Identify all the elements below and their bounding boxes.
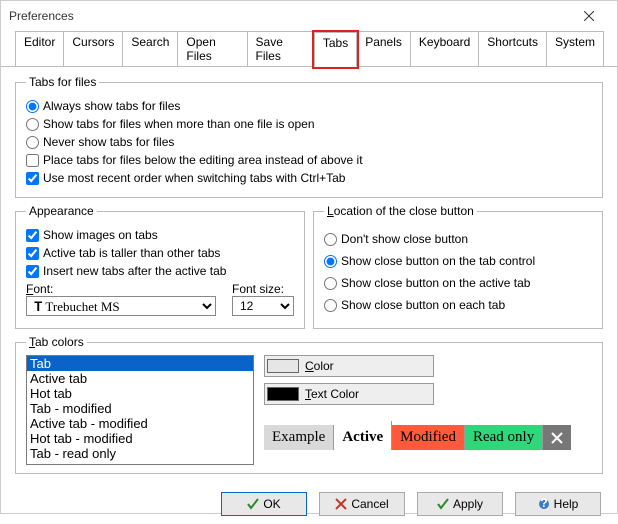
color-button-label: Color bbox=[305, 359, 334, 373]
radio-no-close[interactable]: Don't show close button bbox=[324, 232, 592, 246]
tab-colors-listbox[interactable]: TabActive tabHot tabTab - modifiedActive… bbox=[26, 355, 254, 465]
close-button-legend: Location of the close button bbox=[324, 204, 477, 218]
tab-colors-legend: Tab colors bbox=[26, 335, 87, 349]
font-size-label: Font size: bbox=[232, 282, 294, 296]
list-item[interactable]: Hot tab bbox=[27, 386, 253, 401]
color-button[interactable]: Color bbox=[264, 355, 434, 377]
radio-close-on-each[interactable]: Show close button on each tab bbox=[324, 298, 592, 312]
tab-open-files[interactable]: Open Files bbox=[177, 31, 247, 66]
tab-editor[interactable]: Editor bbox=[15, 31, 64, 66]
radio-show-when-multiple[interactable]: Show tabs for files when more than one f… bbox=[26, 117, 592, 131]
example-tab: Example bbox=[264, 425, 334, 450]
list-item[interactable]: Active tab - modified bbox=[27, 416, 253, 431]
radio-always-show-input[interactable] bbox=[26, 100, 39, 113]
window-title: Preferences bbox=[9, 9, 569, 23]
list-item[interactable]: Tab bbox=[27, 356, 253, 371]
font-size-select[interactable]: 12 bbox=[232, 296, 294, 316]
tab-search[interactable]: Search bbox=[122, 31, 178, 66]
check-mru-order-input[interactable] bbox=[26, 172, 39, 185]
help-icon: ? bbox=[538, 498, 550, 510]
tab-system[interactable]: System bbox=[546, 31, 604, 66]
svg-text:?: ? bbox=[540, 498, 547, 510]
font-label: Font: bbox=[26, 282, 216, 296]
check-insert-after-active[interactable]: Insert new tabs after the active tab bbox=[26, 264, 294, 278]
example-active: Active bbox=[334, 421, 392, 450]
tab-cursors[interactable]: Cursors bbox=[63, 31, 123, 66]
titlebar: Preferences bbox=[1, 1, 617, 31]
list-item[interactable]: Active tab bbox=[27, 371, 253, 386]
ok-button[interactable]: OK bbox=[221, 492, 307, 516]
cancel-button[interactable]: Cancel bbox=[319, 492, 405, 516]
tabs-for-files-group: Tabs for files Always show tabs for file… bbox=[15, 75, 603, 198]
window-close-button[interactable] bbox=[569, 1, 609, 31]
help-button[interactable]: ? Help bbox=[515, 492, 601, 516]
radio-no-close-input[interactable] bbox=[324, 233, 337, 246]
example-close-icon bbox=[543, 425, 571, 450]
radio-close-on-active-input[interactable] bbox=[324, 277, 337, 290]
checkmark-icon bbox=[437, 498, 449, 510]
close-button-group: Location of the close button Don't show … bbox=[313, 204, 603, 329]
tab-keyboard[interactable]: Keyboard bbox=[410, 31, 479, 66]
preferences-window: Preferences EditorCursorsSearchOpen File… bbox=[0, 0, 618, 514]
appearance-legend: Appearance bbox=[26, 204, 97, 218]
radio-always-show[interactable]: Always show tabs for files bbox=[26, 99, 592, 113]
tab-examples: Example Active Modified Read only bbox=[264, 425, 592, 450]
list-item[interactable]: Tab - modified bbox=[27, 401, 253, 416]
close-icon bbox=[584, 11, 594, 21]
appearance-group: Appearance Show images on tabs Active ta… bbox=[15, 204, 305, 329]
cancel-icon bbox=[335, 498, 347, 510]
check-tabs-below-input[interactable] bbox=[26, 154, 39, 167]
tab-tabs[interactable]: Tabs bbox=[314, 32, 357, 67]
tab-save-files[interactable]: Save Files bbox=[247, 31, 315, 66]
apply-button[interactable]: Apply bbox=[417, 492, 503, 516]
radio-close-on-control[interactable]: Show close button on the tab control bbox=[324, 254, 592, 268]
radio-close-on-control-input[interactable] bbox=[324, 255, 337, 268]
text-color-button-label: Text Color bbox=[305, 387, 359, 401]
radio-close-on-active[interactable]: Show close button on the active tab bbox=[324, 276, 592, 290]
list-item[interactable]: Tab - read only bbox=[27, 446, 253, 461]
tabstrip: EditorCursorsSearchOpen FilesSave FilesT… bbox=[1, 31, 617, 67]
check-mru-order[interactable]: Use most recent order when switching tab… bbox=[26, 171, 592, 185]
check-tabs-below[interactable]: Place tabs for files below the editing a… bbox=[26, 153, 592, 167]
tab-panels[interactable]: Panels bbox=[356, 31, 411, 66]
text-color-button[interactable]: Text Color bbox=[264, 383, 434, 405]
font-select[interactable]: 𝐓 Trebuchet MS bbox=[26, 296, 216, 316]
radio-never-show-input[interactable] bbox=[26, 136, 39, 149]
radio-show-when-multiple-input[interactable] bbox=[26, 118, 39, 131]
check-insert-after-active-input[interactable] bbox=[26, 265, 39, 278]
tabs-for-files-legend: Tabs for files bbox=[26, 75, 99, 89]
check-active-taller[interactable]: Active tab is taller than other tabs bbox=[26, 246, 294, 260]
check-show-images-input[interactable] bbox=[26, 229, 39, 242]
text-color-swatch bbox=[267, 387, 299, 401]
tab-colors-group: Tab colors TabActive tabHot tabTab - mod… bbox=[15, 335, 603, 474]
radio-close-on-each-input[interactable] bbox=[324, 299, 337, 312]
radio-never-show[interactable]: Never show tabs for files bbox=[26, 135, 592, 149]
checkmark-icon bbox=[247, 498, 259, 510]
color-swatch bbox=[267, 359, 299, 373]
example-modified: Modified bbox=[392, 425, 465, 450]
tab-shortcuts[interactable]: Shortcuts bbox=[478, 31, 547, 66]
example-readonly: Read only bbox=[465, 425, 543, 450]
tab-content: Tabs for files Always show tabs for file… bbox=[1, 67, 617, 484]
list-item[interactable]: Hot tab - modified bbox=[27, 431, 253, 446]
check-show-images[interactable]: Show images on tabs bbox=[26, 228, 294, 242]
check-active-taller-input[interactable] bbox=[26, 247, 39, 260]
dialog-buttons: OK Cancel Apply ? Help bbox=[1, 484, 617, 524]
